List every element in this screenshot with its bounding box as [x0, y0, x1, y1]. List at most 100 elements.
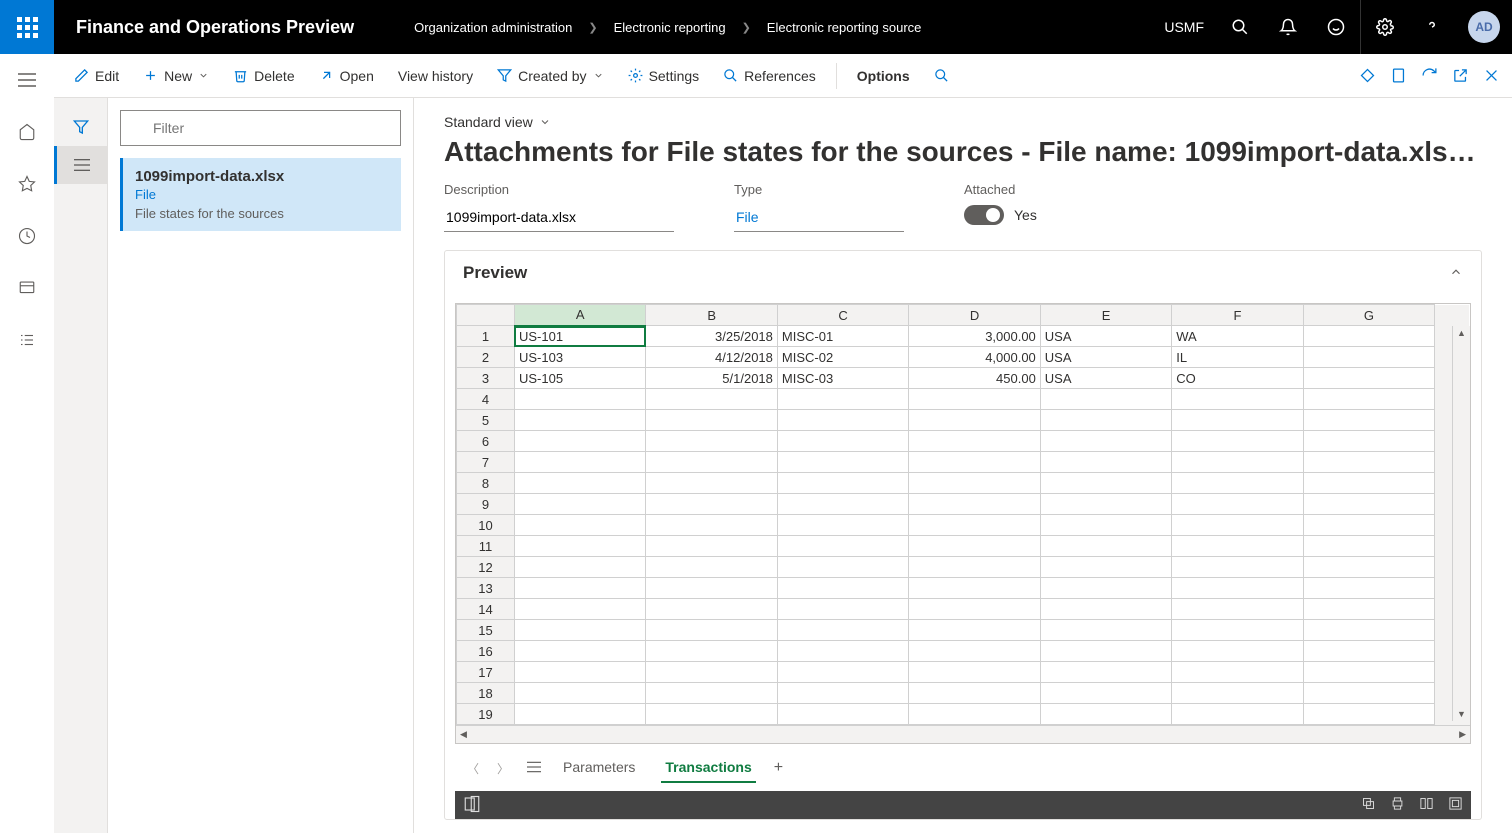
cell-E16[interactable] [1040, 641, 1171, 662]
column-header-A[interactable]: A [514, 305, 645, 326]
cell-B4[interactable] [646, 389, 777, 410]
breadcrumb-item-1[interactable]: Electronic reporting [614, 20, 726, 35]
row-header-8[interactable]: 8 [457, 473, 515, 494]
cell-G1[interactable] [1303, 326, 1434, 347]
cell-G3[interactable] [1303, 368, 1434, 389]
filter-rail-funnel[interactable] [54, 108, 108, 146]
cell-D10[interactable] [909, 515, 1040, 536]
row-header-4[interactable]: 4 [457, 389, 515, 410]
type-link[interactable]: File [734, 203, 904, 232]
cell-E5[interactable] [1040, 410, 1171, 431]
cell-F3[interactable]: CO [1172, 368, 1303, 389]
row-header-17[interactable]: 17 [457, 662, 515, 683]
cell-E12[interactable] [1040, 557, 1171, 578]
row-header-1[interactable]: 1 [457, 326, 515, 347]
cell-E1[interactable]: USA [1040, 326, 1171, 347]
row-header-6[interactable]: 6 [457, 431, 515, 452]
filter-rail-list[interactable] [54, 146, 108, 184]
cell-F11[interactable] [1172, 536, 1303, 557]
cell-A13[interactable] [514, 578, 645, 599]
view-selector[interactable]: Standard view [444, 114, 551, 130]
cell-F8[interactable] [1172, 473, 1303, 494]
cell-A9[interactable] [514, 494, 645, 515]
cell-D9[interactable] [909, 494, 1040, 515]
user-avatar[interactable]: AD [1468, 11, 1500, 43]
created-by-button[interactable]: Created by [489, 64, 611, 88]
cell-E2[interactable]: USA [1040, 347, 1171, 368]
cell-E7[interactable] [1040, 452, 1171, 473]
cell-C6[interactable] [777, 431, 908, 452]
cell-D4[interactable] [909, 389, 1040, 410]
cell-D15[interactable] [909, 620, 1040, 641]
cell-G16[interactable] [1303, 641, 1434, 662]
cell-F6[interactable] [1172, 431, 1303, 452]
row-header-10[interactable]: 10 [457, 515, 515, 536]
page-search-button[interactable] [926, 64, 957, 87]
nav-modules[interactable] [8, 324, 46, 356]
list-item[interactable]: 1099import-data.xlsx File File states fo… [120, 158, 401, 231]
cell-F1[interactable]: WA [1172, 326, 1303, 347]
cell-E4[interactable] [1040, 389, 1171, 410]
add-sheet-button[interactable]: + [774, 759, 783, 777]
row-header-19[interactable]: 19 [457, 704, 515, 725]
row-header-16[interactable]: 16 [457, 641, 515, 662]
cell-B5[interactable] [646, 410, 777, 431]
reading-view-button[interactable] [1419, 796, 1434, 814]
cell-G11[interactable] [1303, 536, 1434, 557]
cell-D12[interactable] [909, 557, 1040, 578]
cell-D17[interactable] [909, 662, 1040, 683]
cell-D2[interactable]: 4,000.00 [909, 347, 1040, 368]
fullscreen-button[interactable] [1448, 796, 1463, 814]
cell-A3[interactable]: US-105 [514, 368, 645, 389]
list-filter-input[interactable] [120, 110, 401, 146]
cell-C1[interactable]: MISC-01 [777, 326, 908, 347]
cell-C3[interactable]: MISC-03 [777, 368, 908, 389]
cell-F17[interactable] [1172, 662, 1303, 683]
cell-G7[interactable] [1303, 452, 1434, 473]
search-button[interactable] [1216, 0, 1264, 54]
cell-E3[interactable]: USA [1040, 368, 1171, 389]
cell-A1[interactable]: US-101 [514, 326, 645, 347]
copy-button[interactable] [1361, 796, 1376, 814]
cell-B13[interactable] [646, 578, 777, 599]
cell-F4[interactable] [1172, 389, 1303, 410]
cell-D18[interactable] [909, 683, 1040, 704]
row-header-14[interactable]: 14 [457, 599, 515, 620]
cell-A15[interactable] [514, 620, 645, 641]
cell-G19[interactable] [1303, 704, 1434, 725]
nav-recent[interactable] [8, 220, 46, 252]
close-button[interactable] [1483, 67, 1500, 84]
row-header-2[interactable]: 2 [457, 347, 515, 368]
cell-A6[interactable] [514, 431, 645, 452]
cell-F16[interactable] [1172, 641, 1303, 662]
cell-D8[interactable] [909, 473, 1040, 494]
cell-C7[interactable] [777, 452, 908, 473]
edit-button[interactable]: Edit [66, 64, 127, 88]
cell-C4[interactable] [777, 389, 908, 410]
column-header-F[interactable]: F [1172, 305, 1303, 326]
cell-A14[interactable] [514, 599, 645, 620]
references-button[interactable]: References [715, 64, 824, 88]
row-header-7[interactable]: 7 [457, 452, 515, 473]
cell-E17[interactable] [1040, 662, 1171, 683]
cell-G18[interactable] [1303, 683, 1434, 704]
cell-F7[interactable] [1172, 452, 1303, 473]
cell-A7[interactable] [514, 452, 645, 473]
row-header-12[interactable]: 12 [457, 557, 515, 578]
cell-C14[interactable] [777, 599, 908, 620]
cell-C19[interactable] [777, 704, 908, 725]
cell-D13[interactable] [909, 578, 1040, 599]
cell-E19[interactable] [1040, 704, 1171, 725]
cell-C9[interactable] [777, 494, 908, 515]
cell-A19[interactable] [514, 704, 645, 725]
popout-button[interactable] [1452, 67, 1469, 84]
cell-B1[interactable]: 3/25/2018 [646, 326, 777, 347]
sheet-next-button[interactable]: 〉 [497, 760, 509, 777]
cell-A10[interactable] [514, 515, 645, 536]
breadcrumb-item-0[interactable]: Organization administration [414, 20, 572, 35]
row-header-9[interactable]: 9 [457, 494, 515, 515]
cell-C16[interactable] [777, 641, 908, 662]
cell-B14[interactable] [646, 599, 777, 620]
cell-G8[interactable] [1303, 473, 1434, 494]
settings-button[interactable] [1360, 0, 1408, 54]
